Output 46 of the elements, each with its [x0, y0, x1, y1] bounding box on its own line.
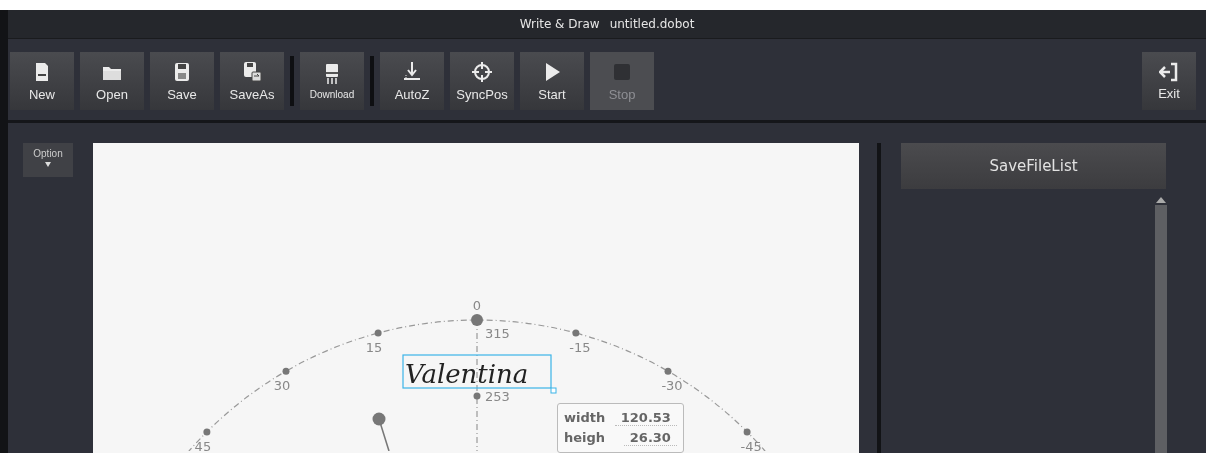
drawn-text[interactable]: Valentina [404, 359, 529, 389]
dial-point [374, 329, 382, 337]
dial-point [473, 392, 481, 400]
open-button[interactable]: Open [80, 52, 144, 110]
scrollbar[interactable] [1155, 205, 1167, 453]
angle-label: -15 [569, 340, 591, 355]
option-dropdown[interactable]: Option [23, 143, 73, 177]
save-button[interactable]: Save [150, 52, 214, 110]
dial-point [470, 314, 483, 326]
saveas-button[interactable]: SaveAs [220, 52, 284, 110]
syncpos-button[interactable]: SyncPos [450, 52, 514, 110]
arm-drawing [372, 412, 390, 451]
angle-label: -30 [661, 378, 683, 394]
file-name: untitled.dobot [609, 17, 695, 31]
autoz-button[interactable]: AutoZ [380, 52, 444, 110]
down-arrow-icon [401, 60, 423, 83]
angle-label: -45 [740, 438, 762, 451]
angle-label: 15 [365, 340, 383, 355]
size-label: width [563, 410, 606, 426]
size-value: 120.53 [614, 410, 677, 426]
dial-point [572, 329, 580, 337]
dial-point [664, 367, 672, 375]
selection-box[interactable] [402, 354, 552, 389]
start-button[interactable]: Start [520, 52, 584, 110]
floppy-copy-icon [241, 60, 263, 83]
angle-label: 30 [273, 378, 291, 394]
angle-label: 0 [472, 298, 482, 313]
size-label: heigh [563, 430, 605, 446]
caret-icon [45, 162, 51, 167]
new-button[interactable]: New [10, 52, 74, 110]
crosshair-icon [471, 60, 493, 83]
exit-button[interactable]: Exit [1142, 52, 1196, 110]
window-title: Write & Draw [519, 17, 600, 31]
scroll-up-icon[interactable] [1156, 197, 1166, 203]
exit-icon [1159, 61, 1179, 82]
angle-label: 45 [194, 438, 212, 451]
dial-point [282, 367, 290, 375]
dial-point [743, 428, 751, 436]
position-reading: 315 [484, 326, 510, 341]
position-reading: 253 [484, 389, 510, 404]
drawing-canvas[interactable]: 45 30 15 0 -15 -30 -45 315 253 Valentina width 120.53 heigh 26.30 [92, 143, 859, 453]
resize-handle[interactable] [550, 387, 557, 394]
size-value: 26.30 [623, 430, 677, 446]
save-file-list-button[interactable]: SaveFileList [901, 143, 1166, 189]
dial-point [203, 428, 211, 436]
download-button[interactable]: Download [300, 52, 364, 110]
